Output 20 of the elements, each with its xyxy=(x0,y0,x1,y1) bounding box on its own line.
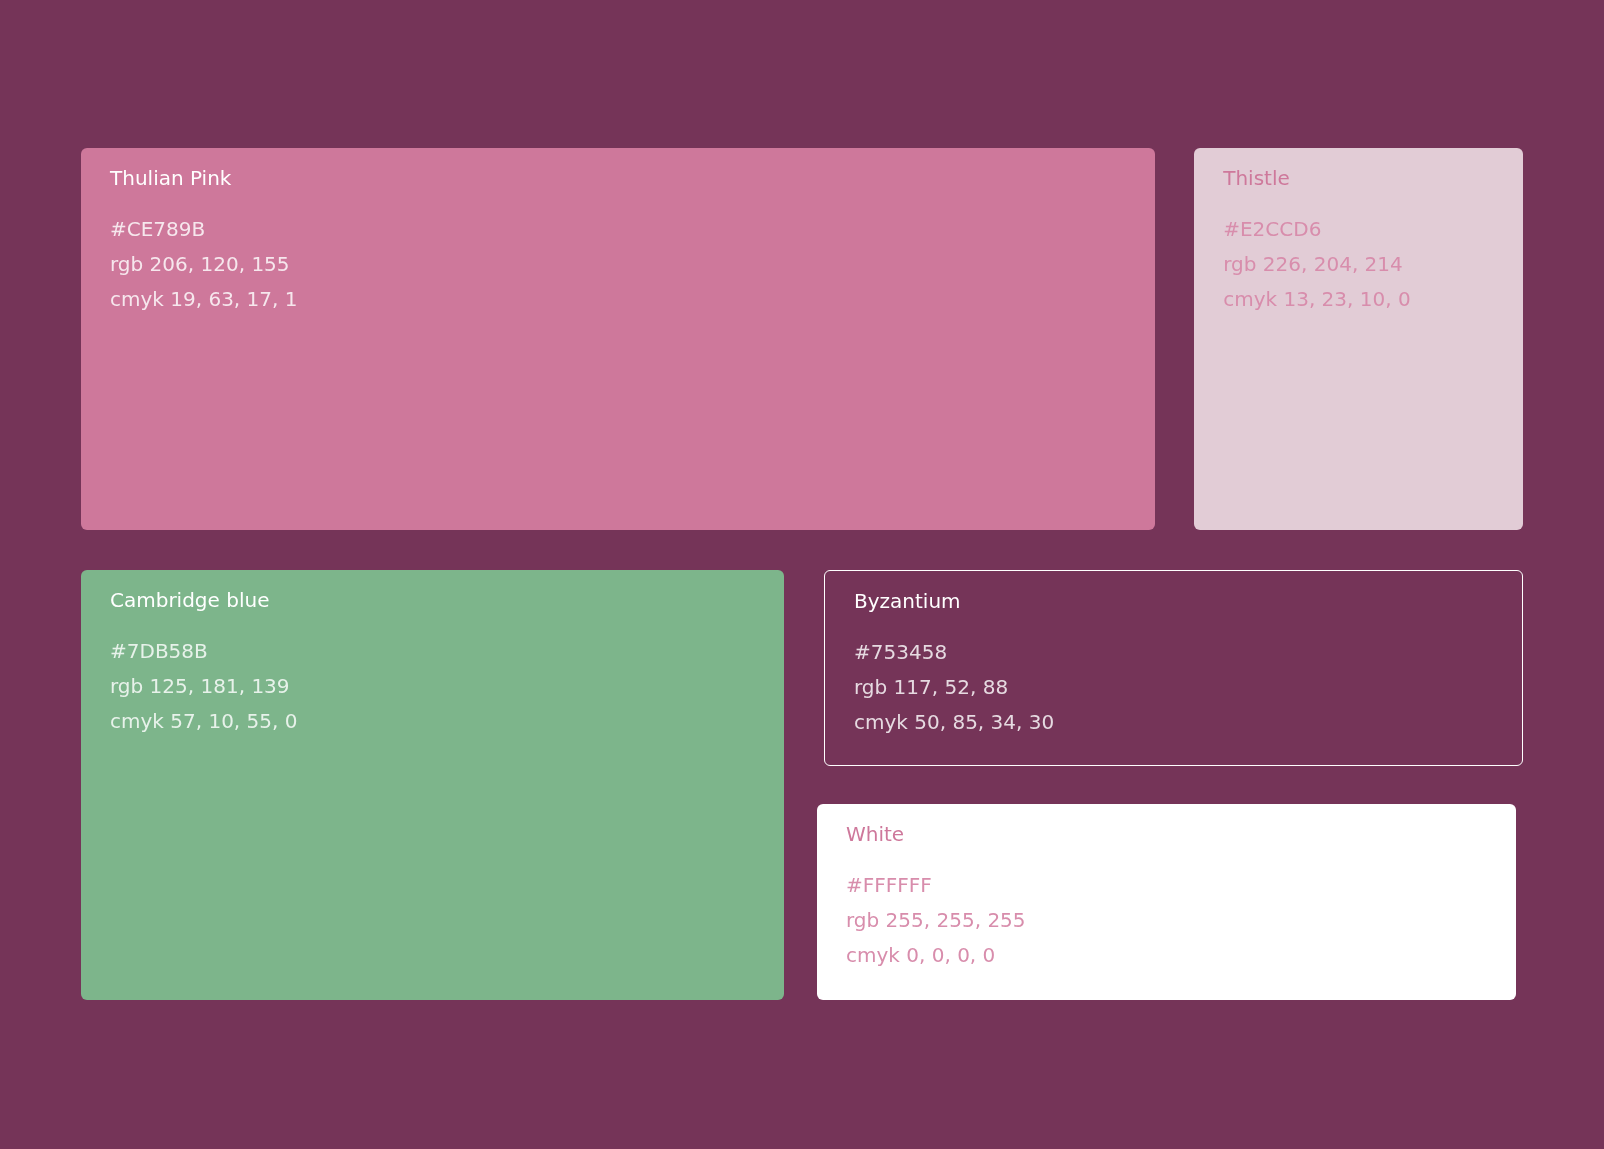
hex-value: #FFFFFF xyxy=(846,872,933,899)
cmyk-value: cmyk 50, 85, 34, 30 xyxy=(854,709,1056,736)
hex-value: #753458 xyxy=(854,639,949,666)
cmyk-value: cmyk 57, 10, 55, 0 xyxy=(110,708,299,735)
rgb-value: rgb 255, 255, 255 xyxy=(846,907,1027,934)
hex-value: #E2CCD6 xyxy=(1223,216,1323,243)
hex-value: #CE789B xyxy=(110,216,207,243)
color-name: Byzantium xyxy=(854,588,962,614)
rgb-value: rgb 206, 120, 155 xyxy=(110,251,291,278)
cmyk-value: cmyk 13, 23, 10, 0 xyxy=(1223,286,1412,313)
cmyk-value: cmyk 0, 0, 0, 0 xyxy=(846,942,997,969)
hex-value: #7DB58B xyxy=(110,638,209,665)
rgb-value: rgb 117, 52, 88 xyxy=(854,674,1010,701)
color-name: White xyxy=(846,821,906,847)
rgb-value: rgb 226, 204, 214 xyxy=(1223,251,1404,278)
rgb-value: rgb 125, 181, 139 xyxy=(110,673,291,700)
color-name: Thulian Pink xyxy=(110,165,233,191)
cmyk-value: cmyk 19, 63, 17, 1 xyxy=(110,286,299,313)
color-name: Thistle xyxy=(1223,165,1291,191)
color-name: Cambridge blue xyxy=(110,587,271,613)
